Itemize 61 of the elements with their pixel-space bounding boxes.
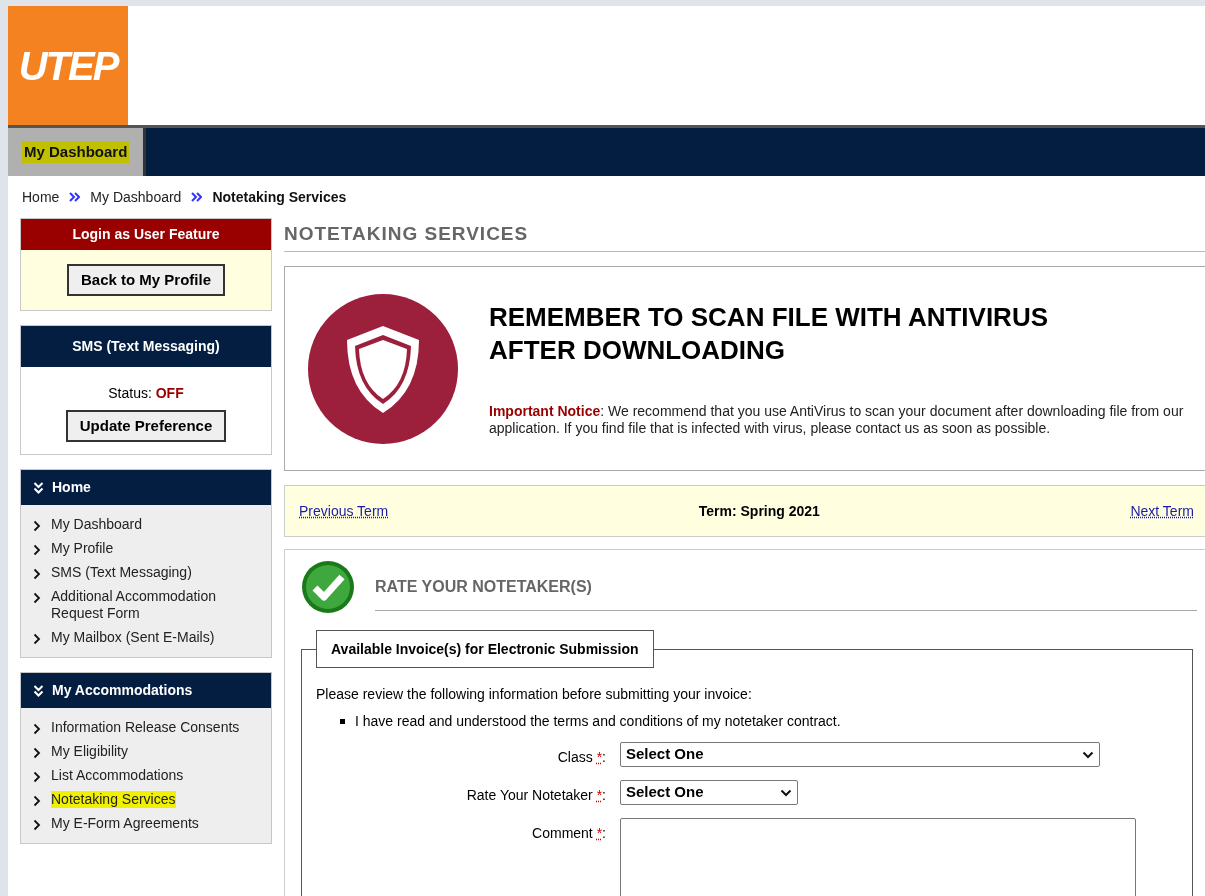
menu-link[interactable]: List Accommodations <box>51 767 184 784</box>
next-term-link[interactable]: Next Term <box>1130 500 1194 522</box>
notice-text: Important Notice: We recommend that you use AntiVirus to scan your document after downloading file from our application. If you find file that is infected with virus, please contact us as soon as possible. <box>489 402 1185 437</box>
notice-heading: REMEMBER TO SCAN FILE WITH ANTIVIRUS AFTER DOWNLOADING <box>489 300 1049 367</box>
breadcrumb-link[interactable]: Home <box>22 186 60 208</box>
double-chevron-right-icon <box>69 192 81 202</box>
panel-title: SMS (Text Messaging) <box>72 337 220 356</box>
back-to-profile-button[interactable]: Back to My Profile <box>66 264 225 296</box>
chevron-right-icon <box>33 633 41 645</box>
field-label: Comment <box>532 825 593 841</box>
label-colon: : <box>602 787 606 803</box>
status-label: Status: <box>108 385 152 401</box>
chevron-right-icon <box>33 819 41 831</box>
dropdown-caret-icon <box>1082 750 1094 759</box>
field-label: Class <box>557 749 593 765</box>
double-chevron-down-icon <box>33 481 44 494</box>
double-chevron-right-icon <box>191 192 203 202</box>
chevron-right-icon <box>33 723 41 735</box>
chevron-right-icon <box>33 568 41 580</box>
chevron-right-icon <box>33 795 41 807</box>
double-chevron-down-icon <box>33 684 44 697</box>
chevron-right-icon <box>33 520 41 532</box>
chevron-right-icon <box>33 771 41 783</box>
term-label: Term: Spring 2021 <box>698 501 820 521</box>
menu-link[interactable]: My Dashboard <box>51 516 143 533</box>
menu-link[interactable]: Notetaking Services <box>51 791 176 808</box>
menu-link[interactable]: Information Release Consents <box>51 719 240 736</box>
menu-title: Home <box>52 478 91 497</box>
previous-term-link[interactable]: Previous Term <box>299 500 389 522</box>
comment-field[interactable] <box>620 818 1136 896</box>
menu-link[interactable]: My E-Form Agreements <box>51 815 199 832</box>
menu-link[interactable]: My Eligibility <box>51 743 128 760</box>
shield-icon <box>307 292 459 445</box>
field-label: Rate Your Notetaker <box>466 787 593 803</box>
intro-text: Please review the following information before submitting your invoice: <box>316 685 753 704</box>
panel-title: Login as User Feature <box>72 225 220 244</box>
menu-title: My Accommodations <box>52 681 193 700</box>
bullet-icon <box>340 719 345 724</box>
dropdown-caret-icon <box>780 788 792 797</box>
menu-link[interactable]: My Profile <box>51 540 114 557</box>
checkmark-icon <box>301 560 355 614</box>
breadcrumb-link[interactable]: My Dashboard <box>90 186 182 208</box>
page-title: NOTETAKING SERVICES <box>284 222 529 247</box>
chevron-right-icon <box>33 592 41 604</box>
menu-link[interactable]: Additional Accommodation Request Form <box>51 588 259 622</box>
chevron-right-icon <box>33 544 41 556</box>
menu-link[interactable]: My Mailbox (Sent E-Mails) <box>51 629 215 646</box>
breadcrumb-link[interactable]: Notetaking Services <box>212 186 347 208</box>
section-title: RATE YOUR NOTETAKER(S) <box>375 576 592 597</box>
status-value: OFF <box>155 385 184 401</box>
select-field[interactable]: Select One <box>620 742 1100 767</box>
bullet-text: I have read and understood the terms and conditions of my notetaker contract. <box>355 712 841 731</box>
menu-link[interactable]: SMS (Text Messaging) <box>51 564 192 581</box>
label-colon: : <box>602 749 606 765</box>
label-colon: : <box>602 825 606 841</box>
select-field[interactable]: Select One <box>620 780 798 805</box>
logo-text: UTEP <box>18 42 118 90</box>
update-preference-button[interactable]: Update Preference <box>65 410 227 442</box>
nav-tab[interactable]: My Dashboard <box>8 128 147 176</box>
chevron-right-icon <box>33 747 41 759</box>
legend-text: Available Invoice(s) for Electronic Submission <box>331 639 639 659</box>
